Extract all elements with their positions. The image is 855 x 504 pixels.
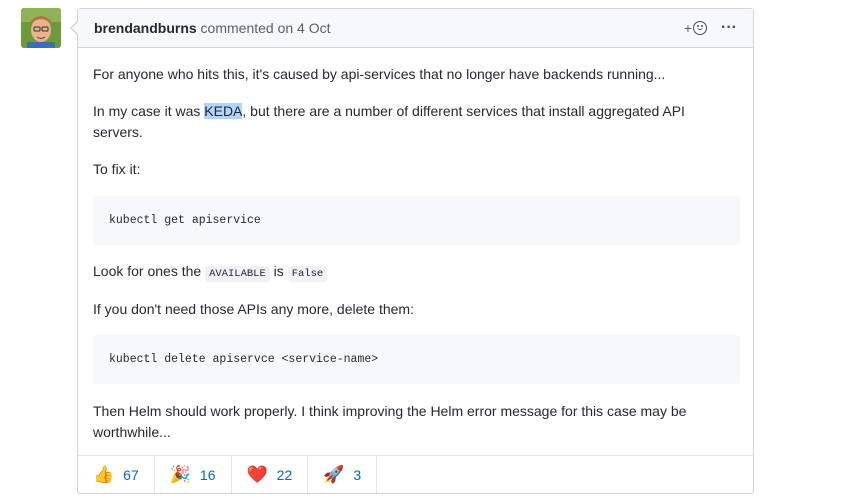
reaction-thumbs-up[interactable]: 👍 67 [78,456,155,493]
paragraph-2: In my case it was KEDA, but there are a … [93,101,733,143]
paragraph-4-mid: is [269,263,288,279]
reaction-count: 67 [123,466,139,483]
paragraph-1: For anyone who hits this, it's caused by… [93,66,666,82]
comment-actions: + ··· [684,9,737,47]
avatar-image [21,8,61,48]
code-block-1: kubectl get apiservice [93,196,740,245]
paragraph-5: If you don't need those APIs any more, d… [93,301,414,317]
paragraph-6: Then Helm should work properly. I think … [93,403,687,440]
reaction-count: 16 [199,466,216,483]
paragraph-3: To fix it: [93,161,141,177]
comment-header: brendandburns commented on 4 Oct + ··· [78,9,753,48]
party-popper-icon: 🎉 [169,465,191,484]
inline-code-false: False [287,266,328,282]
paragraph-2-start: In my case it was [93,103,205,119]
avatar[interactable] [21,8,61,48]
reaction-rocket[interactable]: 🚀 3 [308,456,378,493]
reaction-heart[interactable]: ❤️ 22 [232,456,309,493]
comment-author[interactable]: brendandburns [94,20,197,36]
reaction-hooray[interactable]: 🎉 16 [155,456,232,493]
plus-label: + [683,20,693,36]
reaction-count: 22 [276,466,293,483]
add-reaction-button[interactable]: + [683,9,708,47]
reaction-count: 3 [353,466,362,483]
paragraph-4-start: Look for ones the [93,263,206,279]
inline-code-available: AVAILABLE [205,266,270,282]
rocket-icon: 🚀 [323,465,345,484]
code-block-2: kubectl delete apiservce <service-name> [93,335,740,384]
reactions-bar: 👍 67 🎉 16 ❤️ 22 🚀 3 [78,455,753,493]
smiley-icon [693,21,708,35]
thumbs-up-icon: 👍 [93,465,115,484]
comment-timestamp[interactable]: commented on 4 Oct [197,20,331,36]
heart-icon: ❤️ [246,465,268,484]
paragraph-4: Look for ones the AVAILABLE is False [93,261,733,285]
comment-box: brendandburns commented on 4 Oct + ··· F… [70,8,754,494]
more-options-button[interactable]: ··· [721,9,737,47]
selected-text: KEDA [204,103,243,119]
